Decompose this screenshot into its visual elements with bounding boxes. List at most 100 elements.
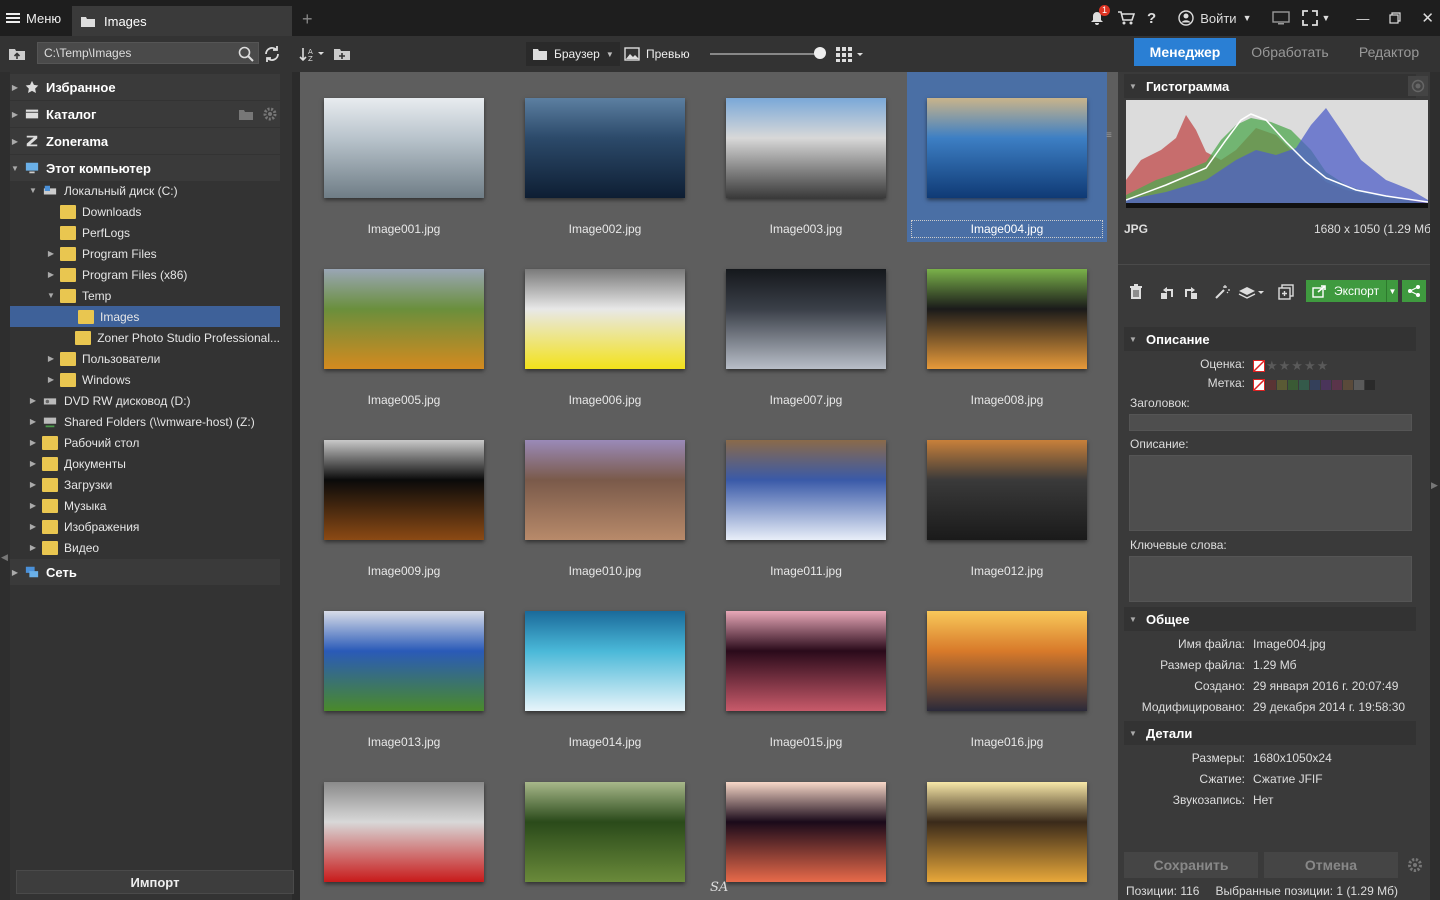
thumbnail-image[interactable]	[726, 269, 886, 369]
thumbnail-item[interactable]: Image009.jpg	[304, 414, 504, 584]
thumbnail-item[interactable]: Image014.jpg	[505, 585, 705, 755]
chevron-down-icon[interactable]: ▼	[1386, 280, 1398, 302]
tree-this-computer[interactable]: ▼ Этот компьютер	[10, 155, 280, 181]
thumbnail-image[interactable]	[927, 611, 1087, 711]
tag-color-swatch[interactable]	[1266, 380, 1276, 390]
close-button[interactable]: ✕	[1421, 9, 1434, 27]
star-icon[interactable]: ★★★★★	[1266, 358, 1329, 374]
path-input[interactable]: C:\Temp\Images	[37, 42, 259, 64]
thumbnail-item[interactable]: Image015.jpg	[706, 585, 906, 755]
tree-zonerama[interactable]: ▶ Zonerama	[10, 128, 280, 154]
thumbnail-image[interactable]	[726, 440, 886, 540]
splitter-handle[interactable]: ≡	[1106, 130, 1114, 150]
login-button[interactable]: Войти ▼	[1178, 10, 1252, 26]
export-button[interactable]: Экспорт ▼	[1306, 280, 1398, 302]
tree-program-files-x86[interactable]: ▶ Program Files (x86)	[10, 264, 280, 285]
effects-button[interactable]	[1236, 282, 1266, 302]
description-header[interactable]: ▼ Описание	[1124, 327, 1416, 351]
thumbnail-item[interactable]: Image010.jpg	[505, 414, 705, 584]
heading-input[interactable]	[1129, 414, 1412, 431]
gear-icon[interactable]	[1406, 856, 1424, 874]
thumbnail-item[interactable]: Image016.jpg	[907, 585, 1107, 755]
tag-color-swatch[interactable]	[1332, 380, 1342, 390]
restore-icon[interactable]	[1389, 12, 1402, 24]
tree-windows[interactable]: ▶ Windows	[10, 369, 280, 390]
thumbnail-item[interactable]: Image003.jpg	[706, 72, 906, 242]
histogram-options-icon[interactable]	[1408, 76, 1428, 96]
thumbnail-image[interactable]	[927, 440, 1087, 540]
share-button[interactable]	[1402, 280, 1426, 302]
thumbnail-item[interactable]: Image017.jpg	[304, 756, 504, 900]
search-icon[interactable]	[236, 44, 256, 64]
tree-catalog[interactable]: ▶ Каталог	[10, 101, 280, 127]
folder-up-icon[interactable]	[7, 44, 27, 64]
tag-color-swatch[interactable]	[1299, 380, 1309, 390]
thumbnail-item[interactable]: Image008.jpg	[907, 243, 1107, 413]
view-layout-button[interactable]	[834, 44, 866, 64]
tree-pictures[interactable]: ▶ Изображения	[10, 516, 280, 537]
thumbnail-item[interactable]: Image006.jpg	[505, 243, 705, 413]
thumbnail-item[interactable]: Image020.jpg	[907, 756, 1107, 900]
tag-color-swatch[interactable]	[1277, 380, 1287, 390]
thumbnail-item[interactable]: Image004.jpg	[907, 72, 1107, 242]
magic-wand-icon[interactable]	[1212, 282, 1232, 302]
tree-local-disk[interactable]: ▼ Локальный диск (C:)	[10, 180, 280, 201]
thumbnail-image[interactable]	[324, 98, 484, 198]
tree-shared[interactable]: ▶ Shared Folders (\\vmware-host) (Z:)	[10, 411, 280, 432]
fullscreen-button[interactable]: ▼	[1301, 10, 1330, 26]
zoom-slider-track[interactable]	[710, 53, 822, 55]
general-header[interactable]: ▼ Общее	[1124, 607, 1416, 631]
minimize-button[interactable]: —	[1356, 11, 1369, 26]
tree-temp[interactable]: ▼ Temp	[10, 285, 280, 306]
keywords-input[interactable]	[1129, 556, 1412, 602]
thumbnail-image[interactable]	[525, 611, 685, 711]
tree-downloads-ru[interactable]: ▶ Загрузки	[10, 474, 280, 495]
menu-button[interactable]: Меню	[6, 8, 61, 28]
sort-button[interactable]: AZ	[296, 44, 328, 64]
new-folder-icon[interactable]	[332, 44, 352, 64]
tree-documents[interactable]: ▶ Документы	[10, 453, 280, 474]
thumbnail-item[interactable]: Image018.jpg	[505, 756, 705, 900]
thumbnail-image[interactable]	[927, 782, 1087, 882]
cancel-button[interactable]: Отмена	[1264, 852, 1398, 878]
notifications-button[interactable]: 1	[1089, 5, 1111, 26]
no-tag-icon[interactable]	[1253, 379, 1265, 391]
rotate-right-icon[interactable]	[1180, 282, 1200, 302]
tree-desktop[interactable]: ▶ Рабочий стол	[10, 432, 280, 453]
thumbnail-item[interactable]: Image012.jpg	[907, 414, 1107, 584]
thumbnail-image[interactable]	[525, 98, 685, 198]
thumbnail-image[interactable]	[324, 440, 484, 540]
thumbnail-item[interactable]: Image002.jpg	[505, 72, 705, 242]
thumbnail-image[interactable]	[927, 98, 1087, 198]
histogram-header[interactable]: ▼ Гистограмма	[1124, 74, 1416, 98]
tree-perflogs[interactable]: PerfLogs	[10, 222, 280, 243]
thumbnail-item[interactable]: Image011.jpg	[706, 414, 906, 584]
thumbnail-item[interactable]: Image019.jpg	[706, 756, 906, 900]
thumbnail-image[interactable]	[525, 440, 685, 540]
import-button[interactable]: Импорт	[16, 870, 294, 894]
monitor-icon[interactable]	[1271, 10, 1290, 26]
thumbnail-image[interactable]	[927, 269, 1087, 369]
thumbnail-image[interactable]	[525, 782, 685, 882]
gear-icon[interactable]	[262, 106, 278, 122]
thumbnail-image[interactable]	[726, 782, 886, 882]
right-collapse-strip[interactable]: ▶	[1430, 72, 1440, 900]
tree-network[interactable]: ▶ Сеть	[10, 559, 280, 585]
tag-color-swatch[interactable]	[1288, 380, 1298, 390]
tree-images[interactable]: Images	[10, 306, 280, 327]
tag-color-swatch[interactable]	[1321, 380, 1331, 390]
thumbnail-item[interactable]: Image005.jpg	[304, 243, 504, 413]
tag-color-swatch[interactable]	[1365, 380, 1375, 390]
thumbnail-image[interactable]	[525, 269, 685, 369]
thumbnail-image[interactable]	[726, 611, 886, 711]
tab-manager[interactable]: Менеджер	[1134, 38, 1236, 66]
description-input[interactable]	[1129, 455, 1412, 531]
add-tab-button[interactable]: +	[302, 9, 313, 30]
thumbnail-image[interactable]	[324, 782, 484, 882]
tag-color-swatch[interactable]	[1343, 380, 1353, 390]
left-collapse-strip[interactable]: ◀	[0, 72, 10, 900]
tab-editor[interactable]: Редактор	[1344, 38, 1434, 66]
tag-color-swatches[interactable]	[1253, 376, 1376, 394]
refresh-icon[interactable]	[262, 44, 282, 64]
thumbnail-image[interactable]	[324, 611, 484, 711]
